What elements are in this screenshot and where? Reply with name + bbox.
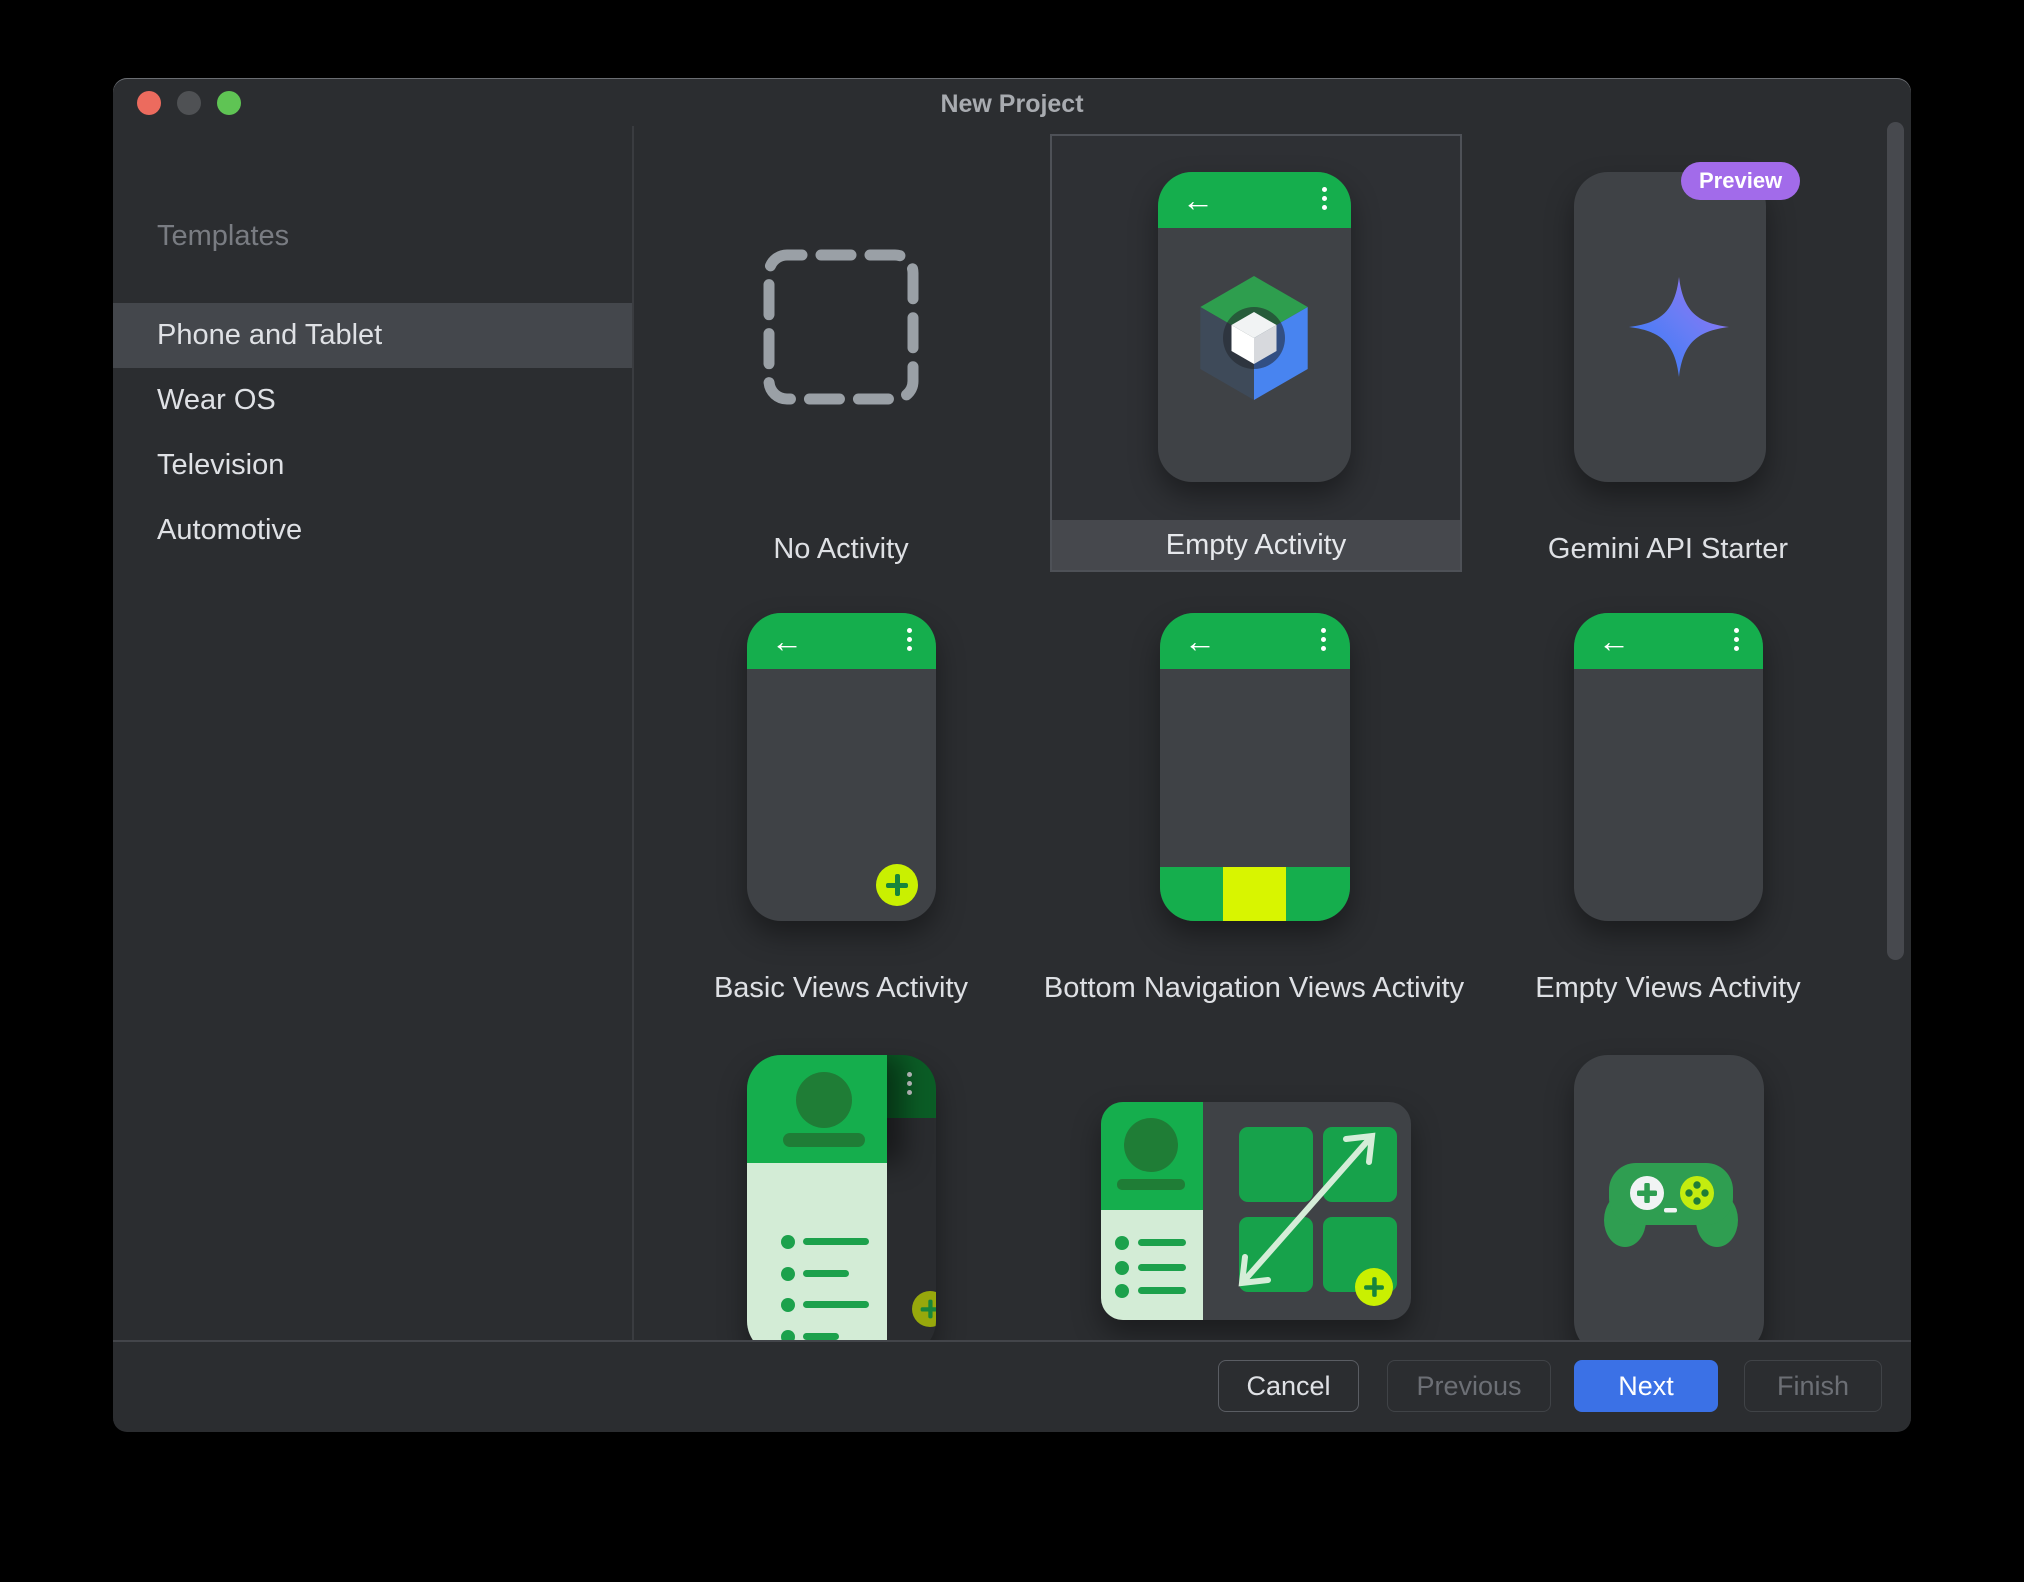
screen: New Project Templates Phone and Tablet W… bbox=[0, 0, 2024, 1582]
compose-logo-icon bbox=[1189, 273, 1319, 403]
back-arrow-icon: ← bbox=[1182, 172, 1214, 228]
new-project-dialog: New Project Templates Phone and Tablet W… bbox=[113, 78, 1911, 1432]
template-card-responsive-views[interactable] bbox=[1101, 1102, 1411, 1340]
template-label: Basic Views Activity bbox=[681, 972, 1001, 1005]
kebab-menu-icon bbox=[1321, 628, 1326, 633]
appbar: ← bbox=[1160, 613, 1350, 669]
back-arrow-icon: ← bbox=[1598, 613, 1630, 669]
phone-mockup bbox=[1574, 172, 1766, 482]
bottom-nav-bar-icon bbox=[1160, 867, 1350, 921]
template-label: Gemini API Starter bbox=[1508, 533, 1828, 566]
back-arrow-icon: ← bbox=[1184, 613, 1216, 669]
appbar: ← bbox=[1158, 172, 1351, 228]
sidebar-item-television[interactable]: Television bbox=[113, 433, 632, 498]
game-controller-icon bbox=[1596, 1141, 1746, 1251]
phone-mockup: ← bbox=[1158, 172, 1351, 482]
drawer-header bbox=[747, 1055, 887, 1163]
drawer-list bbox=[747, 1163, 887, 1340]
phone-mockup: ← bbox=[747, 613, 936, 921]
sidebar-item-automotive[interactable]: Automotive bbox=[113, 498, 632, 563]
template-card-no-activity[interactable]: No Activity bbox=[681, 126, 1001, 572]
template-label: Empty Views Activity bbox=[1508, 972, 1828, 1005]
templates-sidebar: Templates Phone and Tablet Wear OS Telev… bbox=[113, 126, 632, 1340]
template-card-empty-activity[interactable]: ← Empty Activity bbox=[1050, 134, 1462, 572]
template-card-bottom-navigation-views-activity[interactable]: ← Bottom Navigation Views Activity bbox=[1094, 605, 1414, 1025]
fab-plus-icon bbox=[1355, 1268, 1393, 1306]
template-card-gemini-api-starter[interactable]: Preview Gemini API Starter bbox=[1508, 126, 1828, 572]
tablet-mockup bbox=[1101, 1102, 1411, 1320]
kebab-menu-icon bbox=[907, 1072, 912, 1077]
fab-plus-icon bbox=[912, 1291, 936, 1327]
phone-mockup: ← bbox=[1574, 613, 1763, 921]
phone-mockup bbox=[1574, 1055, 1764, 1340]
template-label: Bottom Navigation Views Activity bbox=[1024, 972, 1484, 1005]
sidebar-item-label: Phone and Tablet bbox=[157, 319, 382, 351]
sidebar-item-label: Wear OS bbox=[157, 384, 276, 416]
vertical-scrollbar[interactable] bbox=[1886, 122, 1905, 962]
template-gallery: No Activity ← bbox=[634, 126, 1911, 1340]
kebab-menu-icon bbox=[1734, 628, 1739, 633]
avatar-icon bbox=[796, 1072, 852, 1128]
template-card-game-activity[interactable] bbox=[1508, 1007, 1828, 1340]
previous-button[interactable]: Previous bbox=[1387, 1360, 1551, 1412]
finish-button[interactable]: Finish bbox=[1744, 1360, 1882, 1412]
phone-mockup: ← bbox=[1160, 613, 1350, 921]
back-arrow-icon: ← bbox=[771, 613, 803, 669]
dashed-frame-icon bbox=[761, 247, 921, 407]
kebab-menu-icon bbox=[907, 628, 912, 633]
preview-badge: Preview bbox=[1681, 162, 1800, 200]
avatar-name-bar bbox=[783, 1133, 865, 1147]
template-label: No Activity bbox=[681, 533, 1001, 566]
template-card-empty-views-activity[interactable]: ← Empty Views Activity bbox=[1508, 605, 1828, 1025]
phone-mockup bbox=[747, 1055, 936, 1340]
appbar: ← bbox=[1574, 613, 1763, 669]
bottom-nav-selected-segment bbox=[1223, 867, 1286, 921]
title-bar: New Project bbox=[113, 78, 1911, 126]
sidebar-item-wear-os[interactable]: Wear OS bbox=[113, 368, 632, 433]
sidebar-header: Templates bbox=[157, 220, 289, 253]
gemini-star-icon bbox=[1624, 272, 1734, 382]
template-card-basic-views-activity[interactable]: ← Basic Views Activity bbox=[681, 605, 1001, 1025]
fab-plus-icon bbox=[876, 864, 918, 906]
kebab-menu-icon bbox=[1322, 187, 1327, 192]
window-title: New Project bbox=[113, 78, 1911, 126]
cancel-button[interactable]: Cancel bbox=[1218, 1360, 1359, 1412]
sidebar-item-label: Automotive bbox=[157, 514, 302, 546]
appbar: ← bbox=[747, 613, 936, 669]
template-card-navigation-drawer[interactable] bbox=[681, 1007, 1001, 1340]
sidebar-item-phone-and-tablet[interactable]: Phone and Tablet bbox=[113, 303, 632, 368]
next-button[interactable]: Next bbox=[1574, 1360, 1718, 1412]
scrollbar-thumb[interactable] bbox=[1887, 122, 1904, 960]
sidebar-item-label: Television bbox=[157, 449, 284, 481]
footer-divider bbox=[113, 1340, 1911, 1342]
template-label-selected: Empty Activity bbox=[1052, 520, 1460, 570]
